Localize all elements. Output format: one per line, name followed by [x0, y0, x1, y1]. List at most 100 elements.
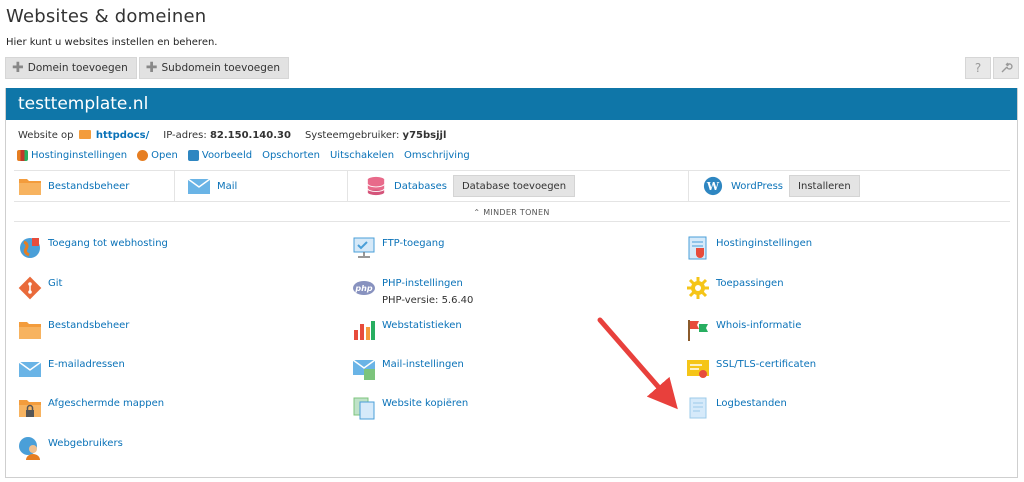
folder-icon — [19, 179, 41, 195]
question-icon: ? — [974, 61, 982, 75]
tool-mail-settings[interactable]: Mail-instellingen — [352, 357, 464, 381]
git-icon — [18, 276, 42, 300]
php-icon: php — [353, 281, 375, 295]
action-open[interactable]: Open — [137, 150, 178, 161]
tool-log-files[interactable]: Logbestanden — [686, 396, 787, 420]
add-subdomain-button[interactable]: ✚ Subdomein toevoegen — [138, 57, 290, 79]
settings-button[interactable] — [993, 57, 1019, 79]
flag-icon — [688, 320, 708, 341]
action-label: Open — [151, 150, 178, 161]
ip-value: 82.150.140.30 — [209, 130, 291, 141]
action-label: Omschrijving — [404, 150, 470, 161]
tool-label: Webgebruikers — [48, 438, 123, 449]
locked-folder-icon — [19, 400, 41, 417]
globe-user-icon — [20, 238, 40, 258]
action-description[interactable]: Omschrijving — [404, 150, 470, 161]
tool-git[interactable]: Git — [18, 276, 62, 300]
tool-web-statistics[interactable]: Webstatistieken — [352, 318, 462, 342]
log-file-icon — [689, 397, 707, 419]
docroot-link[interactable]: httpdocs/ — [96, 130, 149, 141]
tool-whois[interactable]: Whois-informatie — [686, 318, 801, 342]
folder-icon — [78, 130, 91, 139]
quick-label: Mail — [217, 180, 238, 192]
ftp-icon — [353, 237, 375, 258]
install-wordpress-button[interactable]: Installeren — [789, 175, 860, 197]
tool-applications[interactable]: Toepassingen — [686, 276, 784, 300]
action-disable[interactable]: Uitschakelen — [330, 150, 394, 161]
toolbar: ✚ Domein toevoegen ✚ Subdomein toevoegen — [5, 57, 290, 79]
quick-access-bar: Bestandsbeheer Mail Databases Database t… — [14, 170, 1010, 202]
svg-text:W: W — [706, 180, 720, 193]
quick-wordpress: W WordPress Installeren — [689, 171, 1010, 201]
tool-label: Hostinginstellingen — [716, 238, 813, 249]
globe-icon — [137, 150, 149, 161]
add-subdomain-label: Subdomein toevoegen — [161, 62, 281, 74]
tool-label: Mail-instellingen — [382, 359, 464, 370]
action-suspend[interactable]: Opschorten — [262, 150, 320, 161]
hosting-settings-icon — [17, 150, 28, 161]
plus-icon: ✚ — [12, 60, 24, 76]
add-domain-label: Domein toevoegen — [27, 62, 128, 74]
database-icon — [367, 176, 385, 196]
toolbar-right: ? — [965, 57, 1019, 79]
tool-label: Git — [48, 278, 63, 289]
quick-databases: Databases Database toevoegen — [348, 171, 689, 201]
sysuser-info: Systeemgebruiker: y75bsjjl — [305, 130, 446, 141]
preview-icon — [187, 150, 199, 161]
quick-label: Bestandsbeheer — [48, 180, 130, 192]
mail-settings-icon — [352, 359, 376, 380]
tool-label: Website kopiëren — [382, 398, 469, 409]
tool-label: Logbestanden — [716, 398, 787, 409]
action-label: Hostinginstellingen — [31, 150, 128, 161]
tool-protected-dirs[interactable]: Afgeschermde mappen — [18, 396, 164, 420]
action-label: Opschorten — [262, 150, 320, 161]
chevron-up-icon: ⌃ — [473, 208, 484, 217]
tool-label: PHP-instellingen — [382, 278, 463, 289]
tool-label: Toepassingen — [716, 278, 784, 289]
mail-icon — [187, 178, 211, 194]
tool-label: FTP-toegang — [382, 238, 445, 249]
web-users-icon — [19, 437, 40, 460]
tool-label: Toegang tot webhosting — [48, 238, 168, 249]
tool-copy-website[interactable]: Website kopiëren — [352, 396, 468, 420]
tool-web-users[interactable]: Webgebruikers — [18, 436, 123, 460]
divider — [14, 221, 1010, 222]
action-label: Uitschakelen — [329, 150, 395, 161]
wrench-icon — [1001, 62, 1013, 73]
tool-php-settings[interactable]: php PHP-instellingen PHP-versie: 5.6.40 — [352, 276, 473, 306]
certificate-icon — [687, 360, 709, 378]
action-hosting-settings[interactable]: Hostinginstellingen — [17, 150, 127, 161]
show-less-toggle[interactable]: ⌃ MINDER TONEN — [6, 208, 1017, 217]
tool-file-manager[interactable]: Bestandsbeheer — [18, 318, 129, 342]
tool-label: Whois-informatie — [716, 320, 802, 331]
add-database-button[interactable]: Database toevoegen — [452, 175, 576, 197]
website-info: Website op httpdocs/ IP-adres: 82.150.14… — [18, 130, 446, 141]
plus-icon: ✚ — [145, 60, 158, 76]
ip-info: IP-adres: 82.150.140.30 — [163, 130, 291, 141]
tool-label: SSL/TLS-certificaten — [716, 359, 817, 370]
php-version: PHP-versie: 5.6.40 — [382, 295, 474, 306]
tool-ftp-access[interactable]: FTP-toegang — [352, 236, 444, 260]
website-header: testtemplate.nl — [6, 88, 1017, 120]
website-label: Website op — [18, 130, 74, 141]
help-button[interactable]: ? — [965, 57, 991, 79]
quick-mail[interactable]: Mail — [175, 171, 348, 201]
gear-icon — [687, 277, 709, 299]
quick-file-manager[interactable]: Bestandsbeheer — [14, 171, 175, 201]
tool-ssl-certificates[interactable]: SSL/TLS-certificaten — [686, 357, 816, 381]
sysuser-value: y75bsjjl — [402, 130, 447, 141]
databases-link[interactable]: Databases — [394, 181, 447, 192]
php-settings-text: PHP-instellingen PHP-versie: 5.6.40 — [382, 276, 473, 306]
wordpress-link[interactable]: WordPress — [731, 181, 783, 192]
website-name[interactable]: testtemplate.nl — [18, 94, 148, 114]
add-domain-button[interactable]: ✚ Domein toevoegen — [5, 57, 137, 79]
tool-webhosting-access[interactable]: Toegang tot webhosting — [18, 236, 168, 260]
tool-hosting-settings[interactable]: Hostinginstellingen — [686, 236, 812, 260]
hosting-settings-icon — [688, 236, 707, 260]
docroot-info: Website op httpdocs/ — [18, 130, 149, 141]
action-preview[interactable]: Voorbeeld — [187, 150, 253, 161]
tool-email-addresses[interactable]: E-mailadressen — [18, 357, 125, 381]
wordpress-icon: W — [703, 176, 723, 196]
website-card: testtemplate.nl Website op httpdocs/ IP-… — [5, 88, 1018, 478]
action-label: Voorbeeld — [201, 150, 253, 161]
